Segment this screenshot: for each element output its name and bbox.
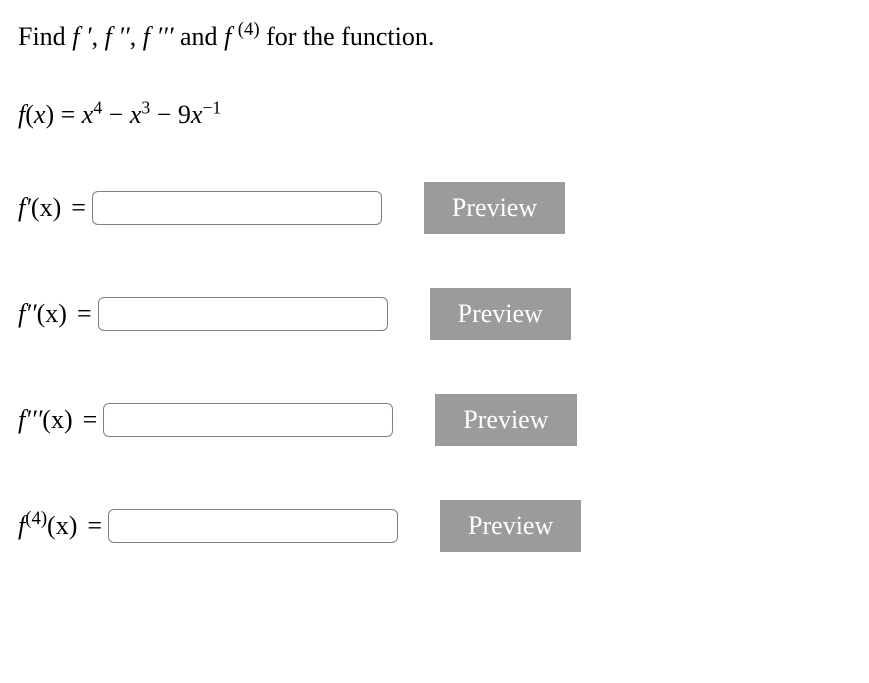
preview-button-2[interactable]: Preview [430, 288, 571, 340]
fd-x: x [34, 100, 46, 129]
fd-t3x: x [191, 100, 203, 129]
fd-t1e: 4 [93, 97, 102, 117]
sym-fpp: f ′′ [105, 22, 130, 51]
txt-find: Find [18, 22, 72, 51]
sym-f4-base: f [224, 22, 238, 51]
sym-f4-sup: (4) [238, 19, 260, 40]
eq-2: = [77, 299, 92, 329]
preview-button-3[interactable]: Preview [435, 394, 576, 446]
eq-4: = [87, 511, 102, 541]
input-fppp[interactable] [103, 403, 393, 437]
answer-row-f4: f(4)(x) = Preview [18, 500, 851, 552]
fd-t1x: x [82, 100, 94, 129]
preview-button-1[interactable]: Preview [424, 182, 565, 234]
sym-fprime: f ′ [72, 22, 91, 51]
input-f4[interactable] [108, 509, 398, 543]
fd-m1: − [102, 100, 130, 129]
txt-and: and [174, 22, 225, 51]
fd-t3c: 9 [178, 100, 191, 129]
label-f4: f(4)(x) [18, 511, 77, 541]
fd-t2e: 3 [141, 97, 150, 117]
fd-t3e: −1 [202, 97, 221, 117]
instruction-text: Find f ′, f ′′, f ′′′ and f (4) for the … [18, 20, 851, 54]
sep1: , [92, 22, 105, 51]
answer-row-fppp: f′′′(x) = Preview [18, 394, 851, 446]
sym-fppp: f ′′′ [143, 22, 174, 51]
input-fprime[interactable] [92, 191, 382, 225]
eq-1: = [71, 193, 86, 223]
label-fppp: f′′′(x) [18, 405, 73, 435]
answer-row-fprime: f′(x) = Preview [18, 182, 851, 234]
preview-button-4[interactable]: Preview [440, 500, 581, 552]
fd-op: ( [25, 100, 34, 129]
fd-m2: − [150, 100, 178, 129]
label-fprime: f′(x) [18, 193, 61, 223]
input-fpp[interactable] [98, 297, 388, 331]
fd-t2x: x [130, 100, 142, 129]
fd-cl: ) = [45, 100, 81, 129]
txt-suffix: for the function. [260, 22, 435, 51]
sep2: , [130, 22, 143, 51]
eq-3: = [83, 405, 98, 435]
function-definition: f(x) = x4 − x3 − 9x−1 [18, 100, 851, 130]
label-fpp: f′′(x) [18, 299, 67, 329]
answer-row-fpp: f′′(x) = Preview [18, 288, 851, 340]
